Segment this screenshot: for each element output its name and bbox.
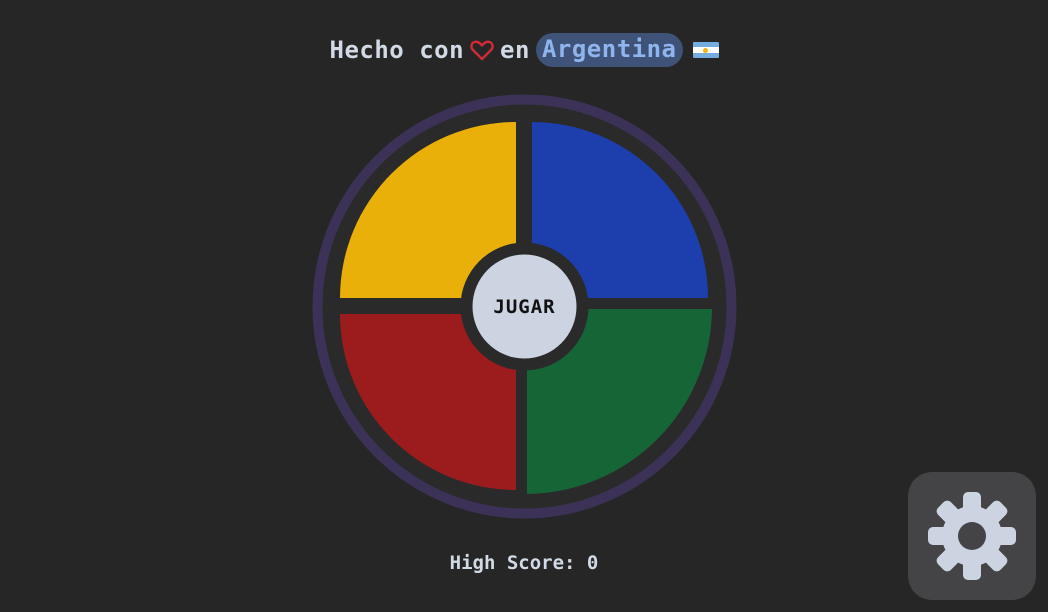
credit-text-middle: en xyxy=(500,36,530,64)
settings-button[interactable] xyxy=(908,472,1036,600)
credit-text-before: Hecho con xyxy=(329,36,465,64)
simon-board: JUGAR xyxy=(312,94,737,519)
game-screen: Hecho con en Argentina JUGAR High Score:… xyxy=(0,0,1048,612)
high-score: High Score: 0 xyxy=(449,552,599,574)
country-link[interactable]: Argentina xyxy=(535,33,683,67)
argentina-flag-icon xyxy=(692,42,719,58)
header-credit: Hecho con en Argentina xyxy=(0,30,1048,70)
heart-icon xyxy=(470,39,494,61)
play-button[interactable]: JUGAR xyxy=(472,254,577,359)
gear-icon xyxy=(928,492,1016,580)
